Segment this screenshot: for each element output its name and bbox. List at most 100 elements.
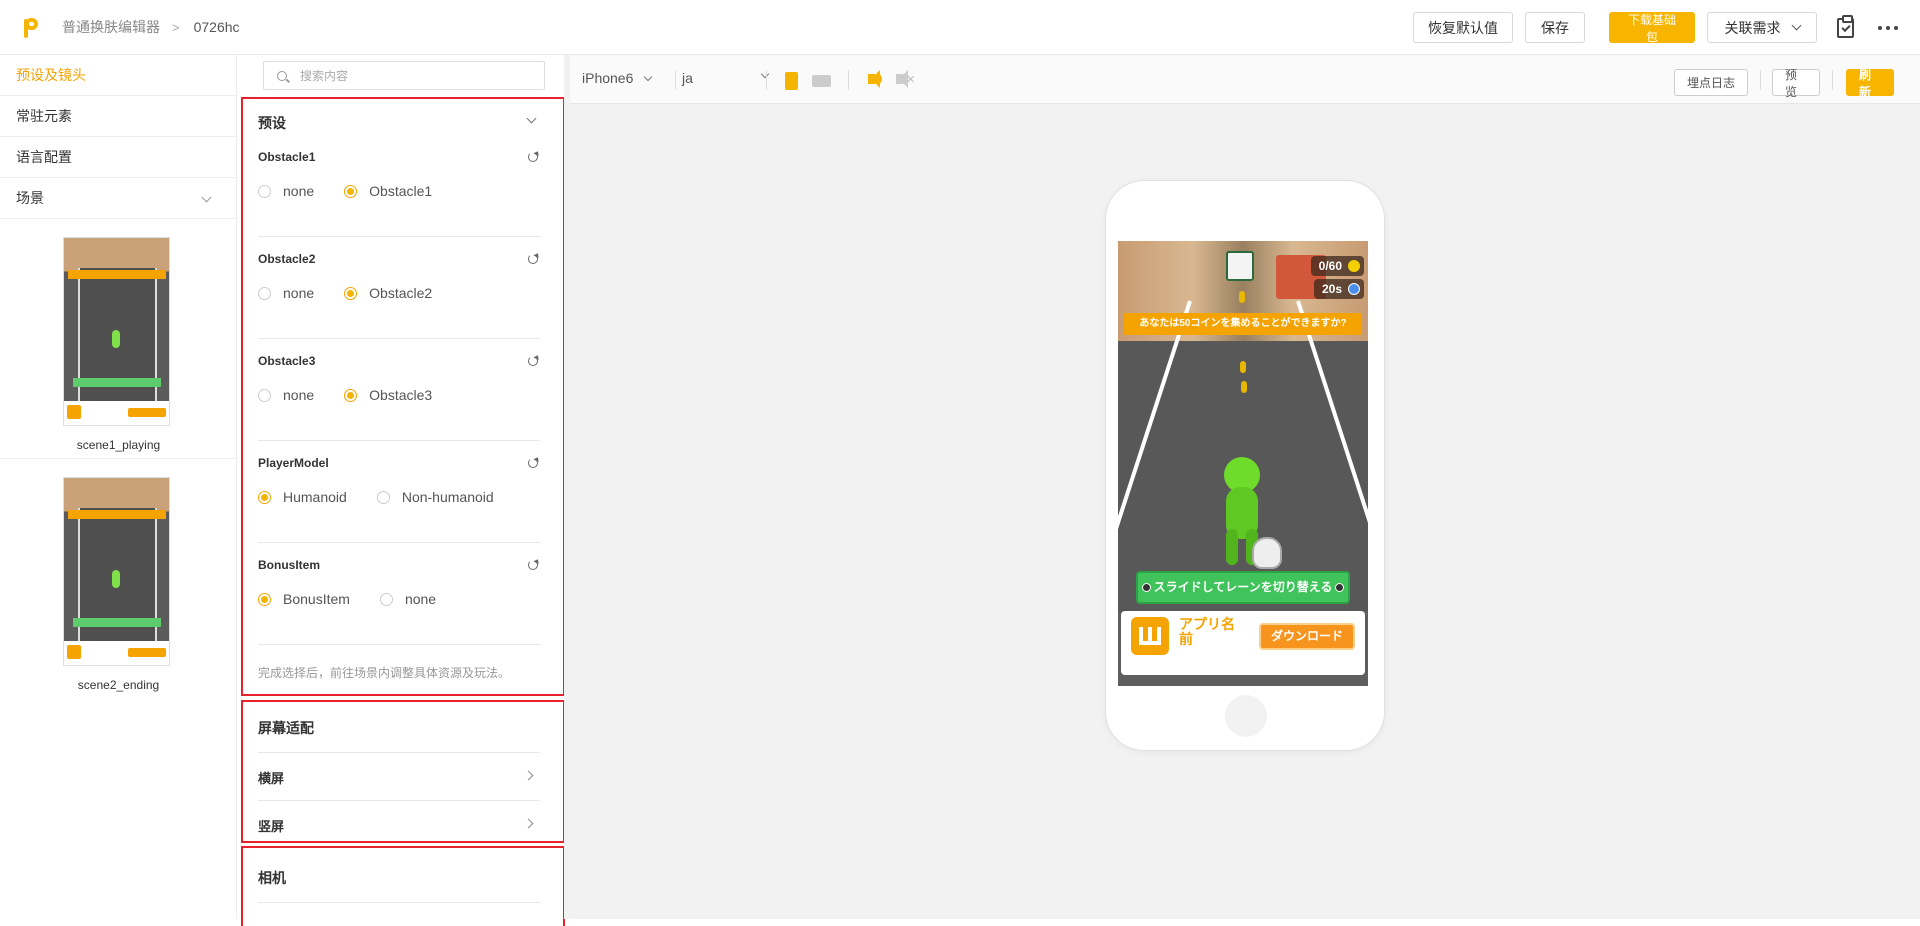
radio-circle[interactable] (258, 388, 271, 402)
radio-circle[interactable] (258, 592, 271, 606)
landscape-label: 横屏 (258, 771, 285, 786)
radio-circle[interactable] (379, 592, 393, 606)
refresh-button[interactable]: 刷新 (1846, 68, 1894, 99)
coin (1241, 381, 1247, 393)
top-bar: 普通换肤编辑器 > 0726hc 恢复默认值 保存 下载基础包 关联需求 (0, 0, 1920, 55)
radio-circle[interactable] (344, 184, 358, 198)
scene-card[interactable]: scene1_playing (0, 219, 236, 459)
download-button[interactable]: ダウンロード (1259, 623, 1355, 650)
app-name: アプリ名前 (1179, 616, 1235, 647)
settings-panel: 预设 Obstacle1 none Obstacle1 Obstacle2 no… (237, 55, 570, 926)
section-title: 屏幕适配 (258, 720, 314, 736)
breadcrumb-root[interactable]: 普通换肤编辑器 (62, 17, 160, 37)
group-title: Obstacle2 (258, 252, 316, 266)
language-value: ja (682, 70, 693, 86)
clock-icon (1348, 283, 1360, 295)
related-requirements-label: 关联需求 (1724, 19, 1781, 36)
preset-section: 预设 Obstacle1 none Obstacle1 Obstacle2 no… (241, 97, 565, 696)
chevron-down-icon (644, 73, 653, 82)
radio-option[interactable]: BonusItem (258, 591, 350, 607)
breadcrumb-current: 0726hc (193, 19, 240, 35)
search-box[interactable] (263, 61, 545, 90)
car (1226, 251, 1254, 281)
radio-circle[interactable] (258, 184, 271, 198)
game-preview-screen[interactable]: 0/60 20s あなたは50コインを集めることができますか? スライドしてレー… (1118, 241, 1368, 686)
nav-item-persistent-elements[interactable]: 常驻元素 (0, 96, 236, 137)
sound-wave-icon (876, 73, 882, 85)
event-log-button[interactable]: 埋点日志 (1674, 69, 1748, 96)
more-options-icon[interactable] (1878, 25, 1898, 30)
language-select[interactable]: ja (682, 69, 770, 86)
refresh-icon[interactable] (528, 152, 538, 162)
radio-option[interactable]: Humanoid (258, 489, 347, 505)
sound-on-icon[interactable] (868, 70, 880, 88)
nav-item-scenes[interactable]: 场景 (0, 178, 236, 219)
device-value: iPhone6 (582, 70, 634, 86)
chevron-down-icon (1791, 20, 1801, 31)
divider (848, 70, 849, 90)
landscape-row[interactable]: 横屏 (258, 768, 540, 788)
save-button[interactable]: 保存 (1525, 12, 1585, 43)
option-group-obstacle2: Obstacle2 none Obstacle2 (258, 252, 542, 312)
radio-label: none (283, 183, 315, 199)
radio-label: Obstacle2 (369, 285, 433, 301)
refresh-icon[interactable] (528, 458, 538, 468)
device-select[interactable]: iPhone6 (582, 70, 653, 86)
radio-option[interactable]: none (258, 285, 314, 301)
radio-circle[interactable] (344, 388, 358, 402)
sound-off-icon[interactable] (896, 70, 908, 88)
radio-circle[interactable] (376, 490, 390, 504)
chevron-down-icon[interactable] (526, 113, 537, 124)
nav-item-presets[interactable]: 预设及镜头 (0, 55, 236, 96)
radio-option[interactable]: none (258, 183, 314, 199)
radio-option[interactable]: none (258, 387, 314, 403)
portrait-orientation-icon[interactable] (785, 72, 798, 90)
scene-thumbnail[interactable] (63, 237, 170, 426)
radio-option[interactable]: Non-humanoid (376, 489, 494, 505)
radio-option[interactable]: Obstacle2 (344, 285, 432, 301)
radio-label: Obstacle3 (369, 387, 433, 403)
divider (258, 800, 540, 801)
mute-x-icon: ✕ (906, 74, 916, 86)
nav-item-language-config[interactable]: 语言配置 (0, 137, 236, 178)
radio-circle[interactable] (344, 286, 358, 300)
refresh-icon[interactable] (528, 254, 538, 264)
app-logo-icon[interactable] (24, 16, 40, 38)
radio-circle[interactable] (258, 490, 271, 504)
divider (1760, 70, 1761, 90)
search-input[interactable] (300, 66, 530, 86)
landscape-orientation-icon[interactable] (812, 75, 831, 87)
related-requirements-dropdown[interactable]: 关联需求 (1707, 12, 1817, 43)
group-title: PlayerModel (258, 456, 329, 470)
section-title: 预设 (258, 115, 286, 131)
divider (766, 70, 767, 90)
divider (258, 752, 540, 753)
group-title: Obstacle3 (258, 354, 316, 368)
divider (258, 644, 540, 645)
swipe-hint-text: スライドしてレーンを切り替える (1153, 580, 1333, 594)
radio-label: Humanoid (283, 489, 347, 505)
swipe-hint-bar: スライドしてレーンを切り替える (1136, 571, 1350, 604)
section-title: 相机 (258, 870, 286, 886)
divider (1832, 70, 1833, 90)
refresh-icon[interactable] (528, 356, 538, 366)
radio-option[interactable]: Obstacle3 (344, 387, 432, 403)
radio-circle[interactable] (258, 286, 271, 300)
scene-thumbnail[interactable] (63, 477, 170, 666)
option-group-obstacle1: Obstacle1 none Obstacle1 (258, 150, 542, 210)
nav-item-label: 预设及镜头 (16, 67, 86, 83)
option-group-obstacle3: Obstacle3 none Obstacle3 (258, 354, 542, 414)
home-button[interactable] (1225, 695, 1267, 737)
portrait-row[interactable]: 竖屏 (258, 816, 540, 836)
preview-button[interactable]: 预览 (1772, 68, 1820, 99)
radio-label: none (283, 387, 315, 403)
radio-option[interactable]: none (379, 591, 436, 607)
clipboard-check-icon[interactable] (1837, 14, 1854, 38)
timer: 20s (1313, 279, 1364, 299)
radio-option[interactable]: Obstacle1 (344, 183, 432, 199)
scene-card[interactable]: scene2_ending (0, 459, 236, 699)
reset-default-button[interactable]: 恢复默认值 (1413, 12, 1513, 43)
download-base-package-button[interactable]: 下载基础包 (1609, 12, 1695, 44)
refresh-icon[interactable] (528, 560, 538, 570)
chevron-down-icon (760, 69, 770, 79)
